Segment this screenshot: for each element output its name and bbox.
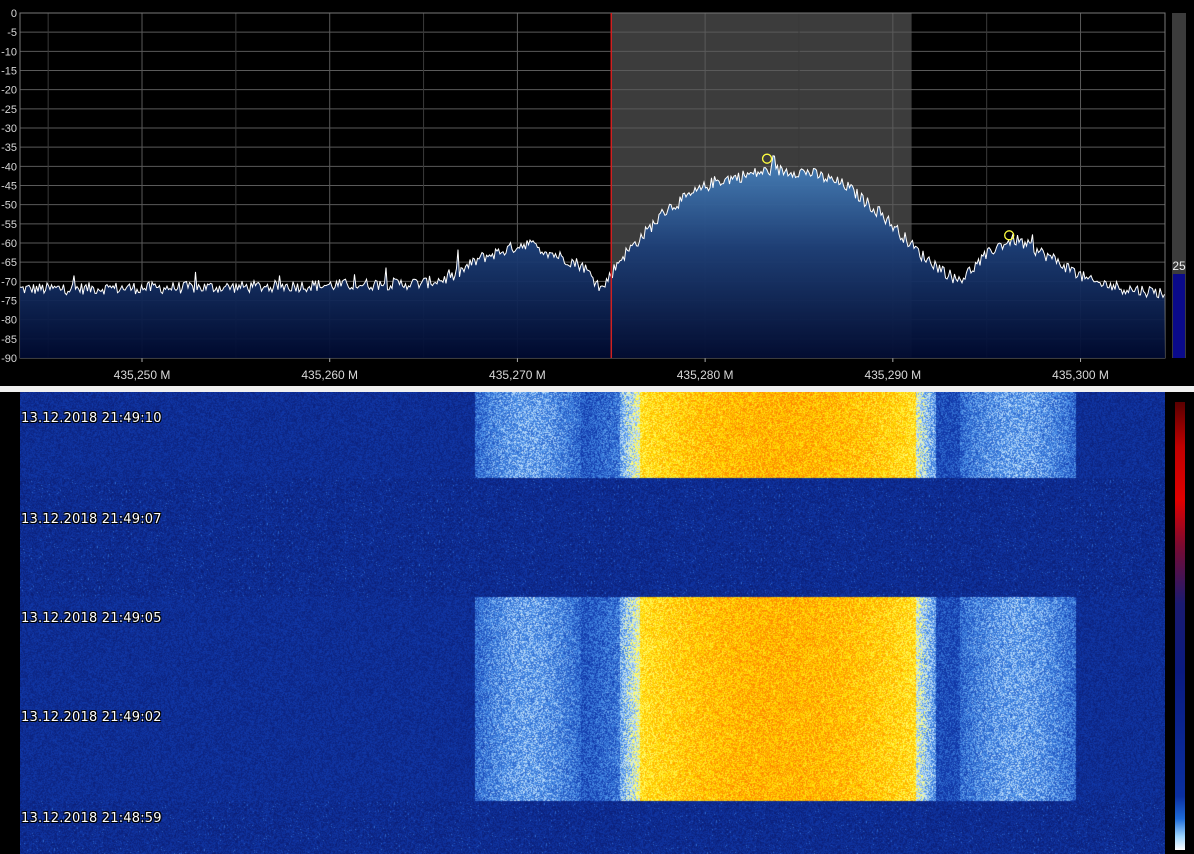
y-tick-label: -90: [1, 353, 17, 365]
y-tick-label: -55: [1, 219, 17, 231]
y-tick-label: -60: [1, 238, 17, 250]
y-tick-label: -50: [1, 200, 17, 212]
x-tick-label: 435,250 M: [114, 368, 171, 382]
y-tick-label: -30: [1, 123, 17, 135]
y-tick-label: -25: [1, 104, 17, 116]
level-value: 25: [1172, 259, 1186, 273]
waterfall-timestamp: 13.12.2018 21:49:05: [21, 611, 162, 626]
level-bar-fill: [1173, 274, 1185, 358]
waterfall-display[interactable]: [20, 392, 1165, 854]
y-tick-label: -35: [1, 142, 17, 154]
y-tick-label: -75: [1, 296, 17, 308]
y-tick-label: -45: [1, 181, 17, 193]
y-tick-label: -80: [1, 315, 17, 327]
y-tick-label: 0: [11, 8, 17, 20]
y-tick-label: -5: [7, 27, 17, 39]
waterfall-timestamp: 13.12.2018 21:49:07: [21, 512, 162, 527]
spectrum-fill: [20, 155, 1165, 358]
spectrum-plot[interactable]: 0 -5 -10 -15 -20 -25 -30 -35 -40 -45 -50 -55 -60 -65 -…: [0, 0, 1194, 386]
waterfall-timestamp: 13.12.2018 21:49:02: [21, 710, 162, 725]
spectrum-panel[interactable]: 0 -5 -10 -15 -20 -25 -30 -35 -40 -45 -50 -55 -60 -65 -…: [0, 0, 1194, 386]
y-tick-label: -15: [1, 66, 17, 78]
y-tick-label: -85: [1, 334, 17, 346]
y-tick-label: -65: [1, 257, 17, 269]
waterfall-timestamp: 13.12.2018 21:49:10: [21, 411, 162, 426]
x-tick-label: 435,280 M: [677, 368, 734, 382]
waterfall-timestamp: 13.12.2018 21:48:59: [21, 811, 162, 826]
y-tick-label: -10: [1, 46, 17, 58]
x-tick-label: 435,270 M: [489, 368, 546, 382]
x-tick-label: 435,300 M: [1052, 368, 1109, 382]
y-tick-label: -40: [1, 161, 17, 173]
x-tick-label: 435,290 M: [864, 368, 921, 382]
y-tick-label: -20: [1, 85, 17, 97]
waterfall-colorbar[interactable]: [1175, 402, 1185, 850]
waterfall-panel[interactable]: 13.12.2018 21:49:10 13.12.2018 21:49:07 …: [0, 392, 1194, 854]
y-tick-label: -70: [1, 276, 17, 288]
x-tick-label: 435,260 M: [301, 368, 358, 382]
